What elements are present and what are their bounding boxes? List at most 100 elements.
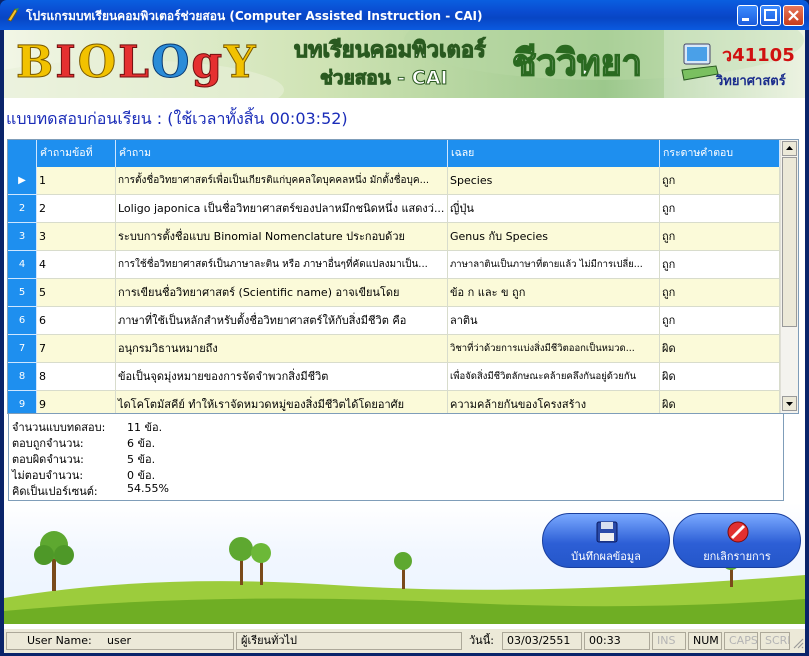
- title-bar[interactable]: โปรแกรมบทเรียนคอมพิวเตอร์ช่วยสอน (Comput…: [0, 0, 809, 30]
- cancel-icon: [727, 521, 749, 543]
- minimize-button[interactable]: [737, 5, 758, 26]
- cell-question: อนุกรมวิธานหมายถึง: [116, 335, 448, 363]
- row-number: 4: [8, 251, 37, 279]
- cell-no: 5: [37, 279, 116, 307]
- scroll-down-icon: [786, 402, 793, 406]
- table-row[interactable]: 6 6 ภาษาที่ใช้เป็นหลักสำหรับตั้งชื่อวิทย…: [8, 307, 780, 335]
- status-bar: User Name: user ผู้เรียนทั่วไป วันนี้: 0…: [4, 628, 805, 653]
- scroll-thumb[interactable]: [782, 157, 797, 327]
- cell-question: Loligo japonica เป็นชื่อวิทยาศาสตร์ของปล…: [116, 195, 448, 223]
- save-result-label: บันทึกผลข้อมูล: [571, 550, 641, 563]
- table-row[interactable]: 9 9 ไดโคโตมัสคีย์ ทำให้เราจัดหมวดหมู่ของ…: [8, 391, 780, 413]
- status-user-panel: User Name: user: [6, 632, 234, 650]
- cell-answer: ข้อ ก และ ข ถูก: [448, 279, 660, 307]
- save-result-button[interactable]: บันทึกผลข้อมูล: [542, 513, 670, 568]
- table-row[interactable]: ▶ 1 การตั้งชื่อวิทยาศาสตร์เพื่อเป็นเกียร…: [8, 167, 780, 195]
- cell-question: ข้อเป็นจุดมุ่งหมายของการจัดจำพวกสิ่งมีชี…: [116, 363, 448, 391]
- cancel-label: ยกเลิกรายการ: [703, 550, 771, 563]
- cell-no: 9: [37, 391, 116, 413]
- course-banner: BIOLOgY บทเรียนคอมพิวเตอร์ ช่วยสอน - CAI…: [4, 30, 805, 98]
- banner-thai-line1: บทเรียนคอมพิวเตอร์: [294, 38, 487, 64]
- grid-scrollbar[interactable]: [780, 140, 798, 413]
- summary-value-percent: 54.55%: [127, 482, 169, 495]
- column-header-result[interactable]: กระดาษคำตอบ: [660, 140, 780, 167]
- scroll-up-button[interactable]: [782, 141, 797, 156]
- column-header-no[interactable]: คำถามข้อที่: [37, 140, 116, 167]
- cell-no: 6: [37, 307, 116, 335]
- scroll-down-button[interactable]: [782, 396, 797, 411]
- cell-result: ผิด: [660, 363, 780, 391]
- table-row[interactable]: 5 5 การเขียนชื่อวิทยาศาสตร์ (Scientific …: [8, 279, 780, 307]
- status-date-label: วันนี้:: [469, 634, 494, 647]
- cell-answer: ภาษาลาตินเป็นภาษาที่ตายแล้ว ไม่มีการเปลี…: [448, 251, 660, 279]
- table-row[interactable]: 7 7 อนุกรมวิธานหมายถึง วิชาที่ว่าด้วยการ…: [8, 335, 780, 363]
- cell-no: 2: [37, 195, 116, 223]
- cell-result: ถูก: [660, 307, 780, 335]
- cell-no: 4: [37, 251, 116, 279]
- banner-subject-title: ชีววิทยา: [511, 42, 642, 85]
- row-number: 3: [8, 223, 37, 251]
- column-header-answer[interactable]: เฉลย: [448, 140, 660, 167]
- result-summary: จำนวนแบบทดสอบ: 11 ข้อ. ตอบถูกจำนวน: 6 ข้…: [8, 413, 784, 501]
- resize-grip-icon[interactable]: [792, 637, 804, 649]
- floppy-disk-icon: [596, 521, 618, 543]
- status-ins: INS: [652, 632, 686, 650]
- question-grid[interactable]: คำถามข้อที่ คำถาม เฉลย กระดาษคำตอบ ▶ 1 ก…: [7, 139, 799, 414]
- cell-answer: วิชาที่ว่าด้วยการแบ่งสิ่งมีชีวิตออกเป็นห…: [448, 335, 660, 363]
- status-num: NUM: [688, 632, 722, 650]
- row-number: 7: [8, 335, 37, 363]
- table-row[interactable]: 3 3 ระบบการตั้งชื่อแบบ Binomial Nomencla…: [8, 223, 780, 251]
- row-number: 2: [8, 195, 37, 223]
- grid-header: คำถามข้อที่ คำถาม เฉลย กระดาษคำตอบ: [8, 140, 780, 167]
- close-icon: [788, 10, 799, 21]
- cell-result: ผิด: [660, 391, 780, 413]
- cell-no: 8: [37, 363, 116, 391]
- computer-icon: [681, 43, 719, 81]
- cell-no: 7: [37, 335, 116, 363]
- cell-result: ถูก: [660, 167, 780, 195]
- cell-answer: ลาติน: [448, 307, 660, 335]
- close-button[interactable]: [783, 5, 804, 26]
- cell-question: การใช้ชื่อวิทยาศาสตร์เป็นภาษาละติน หรือ …: [116, 251, 448, 279]
- minimize-icon: [742, 18, 749, 21]
- cell-answer: Genus กับ Species: [448, 223, 660, 251]
- course-code: ว41105: [722, 45, 795, 66]
- cell-question: ภาษาที่ใช้เป็นหลักสำหรับตั้งชื่อวิทยาศาส…: [116, 307, 448, 335]
- status-role: ผู้เรียนทั่วไป: [236, 632, 462, 650]
- row-number: 9: [8, 391, 37, 413]
- course-subject: วิทยาศาสตร์: [716, 74, 786, 89]
- column-header-question[interactable]: คำถาม: [116, 140, 448, 167]
- status-caps: CAPS: [724, 632, 758, 650]
- table-row[interactable]: 4 4 การใช้ชื่อวิทยาศาสตร์เป็นภาษาละติน ห…: [8, 251, 780, 279]
- table-row[interactable]: 2 2 Loligo japonica เป็นชื่อวิทยาศาสตร์ข…: [8, 195, 780, 223]
- cell-answer: ความคล้ายกันของโครงสร้าง: [448, 391, 660, 413]
- status-user-label: User Name:: [27, 634, 92, 647]
- maximize-button[interactable]: [760, 5, 781, 26]
- window-title: โปรแกรมบทเรียนคอมพิวเตอร์ช่วยสอน (Comput…: [26, 9, 483, 23]
- cell-question: การตั้งชื่อวิทยาศาสตร์เพื่อเป็นเกียรติแก…: [116, 167, 448, 195]
- cell-no: 1: [37, 167, 116, 195]
- cell-result: ผิด: [660, 335, 780, 363]
- maximize-icon: [764, 9, 777, 21]
- table-row[interactable]: 8 8 ข้อเป็นจุดมุ่งหมายของการจัดจำพวกสิ่ง…: [8, 363, 780, 391]
- status-date: 03/03/2551: [502, 632, 582, 650]
- row-number: 5: [8, 279, 37, 307]
- cell-answer: ญี่ปุ่น: [448, 195, 660, 223]
- cell-result: ถูก: [660, 251, 780, 279]
- app-window: โปรแกรมบทเรียนคอมพิวเตอร์ช่วยสอน (Comput…: [0, 0, 809, 656]
- cell-result: ถูก: [660, 223, 780, 251]
- status-time: 00:33: [584, 632, 650, 650]
- test-heading-bar: แบบทดสอบก่อนเรียน : (ใช้เวลาทั้งสิ้น 00:…: [4, 100, 805, 132]
- cell-answer: Species: [448, 167, 660, 195]
- scroll-up-icon: [786, 146, 793, 150]
- row-number: 6: [8, 307, 37, 335]
- cell-question: ไดโคโตมัสคีย์ ทำให้เราจัดหมวดหมู่ของสิ่ง…: [116, 391, 448, 413]
- row-selected-marker: ▶: [8, 167, 37, 195]
- cell-result: ถูก: [660, 195, 780, 223]
- status-scrl: SCRL: [760, 632, 790, 650]
- app-icon: [7, 8, 19, 22]
- status-user-value: user: [107, 634, 131, 647]
- test-heading: แบบทดสอบก่อนเรียน : (ใช้เวลาทั้งสิ้น 00:…: [6, 109, 348, 128]
- cancel-button[interactable]: ยกเลิกรายการ: [673, 513, 801, 568]
- cell-question: การเขียนชื่อวิทยาศาสตร์ (Scientific name…: [116, 279, 448, 307]
